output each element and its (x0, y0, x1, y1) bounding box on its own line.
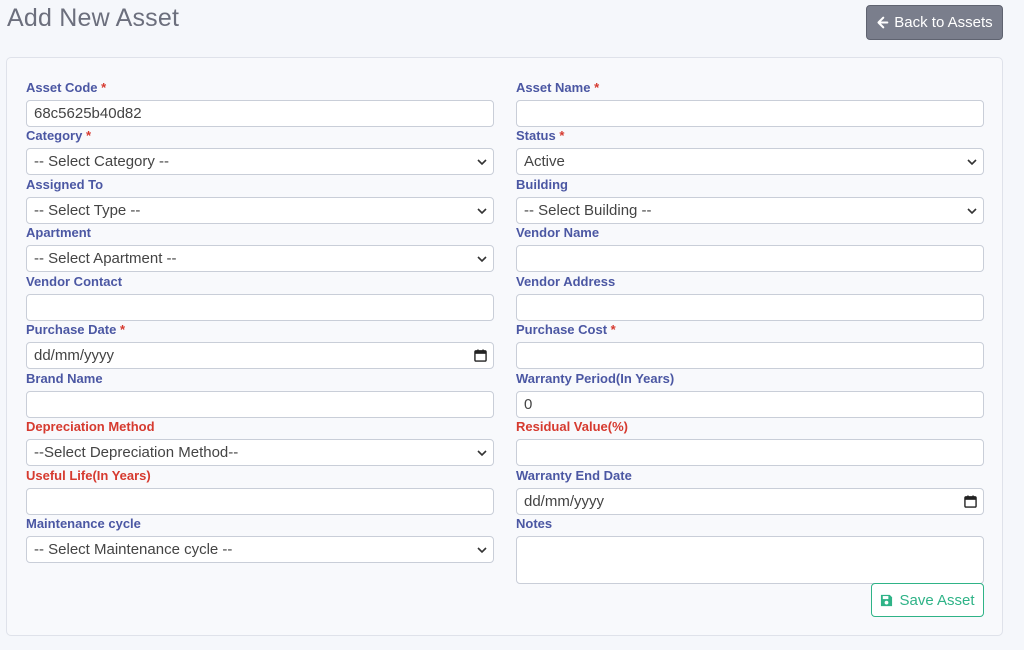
purchase-date-value: dd/mm/yyyy (34, 347, 115, 364)
maintenance-cycle-selected: -- Select Maintenance cycle -- (34, 541, 233, 558)
chevron-down-icon (477, 450, 487, 457)
asset-name-group: Asset Name * (516, 79, 984, 127)
back-button-label: Back to Assets (894, 14, 993, 31)
maintenance-cycle-label: Maintenance cycle (26, 516, 141, 531)
back-to-assets-button[interactable]: Back to Assets (866, 5, 1003, 40)
building-selected: -- Select Building -- (524, 202, 652, 219)
notes-textarea[interactable] (516, 536, 984, 584)
purchase-cost-group: Purchase Cost * (516, 321, 984, 369)
apartment-label: Apartment (26, 225, 92, 240)
apartment-group: Apartment -- Select Apartment -- (26, 224, 494, 272)
calendar-icon[interactable] (474, 349, 487, 362)
arrow-left-icon (877, 16, 889, 29)
asset-code-input[interactable]: 68c5625b40d82 (26, 100, 494, 127)
assigned-to-label: Assigned To (26, 177, 104, 192)
status-group: Status * Active (516, 127, 984, 175)
vendor-name-group: Vendor Name (516, 224, 984, 272)
category-select[interactable]: -- Select Category -- (26, 148, 494, 175)
warranty-period-label: Warranty Period(In Years) (516, 371, 675, 386)
residual-value-input[interactable] (516, 439, 984, 466)
save-asset-button[interactable]: Save Asset (871, 583, 984, 617)
purchase-cost-label: Purchase Cost * (516, 322, 616, 337)
floppy-disk-icon (881, 594, 893, 606)
warranty-period-input[interactable]: 0 (516, 391, 984, 418)
vendor-address-group: Vendor Address (516, 273, 984, 321)
vendor-contact-input[interactable] (26, 294, 494, 321)
warranty-end-date-label: Warranty End Date (516, 468, 632, 483)
assigned-to-select[interactable]: -- Select Type -- (26, 197, 494, 224)
page-title: Add New Asset (7, 4, 180, 32)
warranty-period-group: Warranty Period(In Years) 0 (516, 370, 984, 418)
asset-form-card: Asset Code * 68c5625b40d82 Asset Name * … (6, 57, 1003, 636)
building-select[interactable]: -- Select Building -- (516, 197, 984, 224)
assigned-to-group: Assigned To -- Select Type -- (26, 176, 494, 224)
notes-label: Notes (516, 516, 553, 531)
vendor-name-label: Vendor Name (516, 225, 600, 240)
brand-name-label: Brand Name (26, 371, 103, 386)
depreciation-method-selected: --Select Depreciation Method-- (34, 444, 239, 461)
asset-name-input[interactable] (516, 100, 984, 127)
residual-value-group: Residual Value(%) (516, 418, 984, 466)
building-label: Building (516, 177, 568, 192)
save-button-label: Save Asset (899, 591, 975, 609)
vendor-name-input[interactable] (516, 245, 984, 272)
status-select[interactable]: Active (516, 148, 984, 175)
category-label: Category * (26, 128, 92, 143)
useful-life-group: Useful Life(In Years) (26, 467, 494, 515)
calendar-icon[interactable] (964, 495, 977, 508)
purchase-date-group: Purchase Date * dd/mm/yyyy (26, 321, 494, 369)
warranty-end-date-input[interactable]: dd/mm/yyyy (516, 488, 984, 515)
chevron-down-icon (477, 547, 487, 554)
residual-value-label: Residual Value(%) (516, 419, 628, 434)
purchase-date-label: Purchase Date * (26, 322, 126, 337)
category-selected: -- Select Category -- (34, 153, 170, 170)
assigned-to-selected: -- Select Type -- (34, 202, 141, 219)
chevron-down-icon (477, 256, 487, 263)
useful-life-input[interactable] (26, 488, 494, 515)
depreciation-method-group: Depreciation Method --Select Depreciatio… (26, 418, 494, 466)
chevron-down-icon (477, 208, 487, 215)
depreciation-method-select[interactable]: --Select Depreciation Method-- (26, 439, 494, 466)
status-label: Status * (516, 128, 565, 143)
building-group: Building -- Select Building -- (516, 176, 984, 224)
brand-name-input[interactable] (26, 391, 494, 418)
status-selected: Active (524, 153, 565, 170)
vendor-contact-label: Vendor Contact (26, 274, 123, 289)
maintenance-cycle-group: Maintenance cycle -- Select Maintenance … (26, 515, 494, 563)
notes-group: Notes (516, 515, 984, 584)
chevron-down-icon (967, 208, 977, 215)
maintenance-cycle-select[interactable]: -- Select Maintenance cycle -- (26, 536, 494, 563)
asset-code-group: Asset Code * 68c5625b40d82 (26, 79, 494, 127)
vendor-contact-group: Vendor Contact (26, 273, 494, 321)
vendor-address-input[interactable] (516, 294, 984, 321)
depreciation-method-label: Depreciation Method (26, 419, 155, 434)
asset-name-label: Asset Name * (516, 80, 600, 95)
apartment-selected: -- Select Apartment -- (34, 250, 177, 267)
category-group: Category * -- Select Category -- (26, 127, 494, 175)
apartment-select[interactable]: -- Select Apartment -- (26, 245, 494, 272)
warranty-end-date-value: dd/mm/yyyy (524, 493, 605, 510)
useful-life-label: Useful Life(In Years) (26, 468, 151, 483)
vendor-address-label: Vendor Address (516, 274, 616, 289)
warranty-end-date-group: Warranty End Date dd/mm/yyyy (516, 467, 984, 515)
purchase-date-input[interactable]: dd/mm/yyyy (26, 342, 494, 369)
chevron-down-icon (477, 159, 487, 166)
asset-code-label: Asset Code * (26, 80, 107, 95)
chevron-down-icon (967, 159, 977, 166)
purchase-cost-input[interactable] (516, 342, 984, 369)
brand-name-group: Brand Name (26, 370, 494, 418)
